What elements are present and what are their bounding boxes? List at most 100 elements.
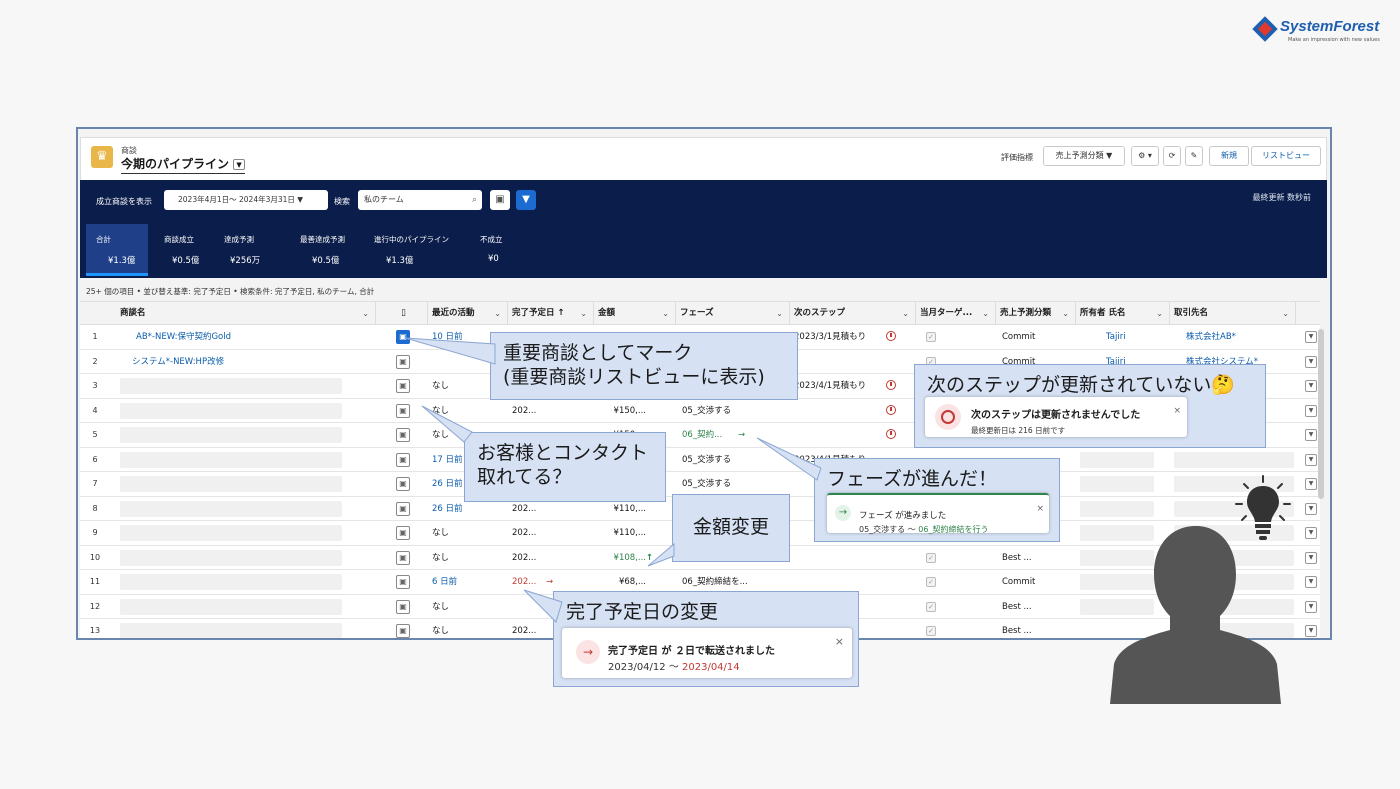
clock-icon <box>886 404 896 415</box>
amount: ¥110,... <box>613 528 646 538</box>
metric-select[interactable]: 売上予測分類 ▼ <box>1043 146 1125 166</box>
kpi-best-case[interactable]: 最善達成予測 ¥0.5億 <box>300 224 370 276</box>
edit-button[interactable]: ✎ <box>1185 146 1203 166</box>
bookmark-icon[interactable]: ▣ <box>396 501 410 516</box>
col-phase[interactable]: フェーズ ⌄ <box>676 302 790 325</box>
list-view-dropdown-icon[interactable]: ▼ <box>233 159 246 170</box>
refresh-button[interactable]: ⟳ <box>1163 146 1181 166</box>
next-step: 2023/4/1見積もり <box>794 381 867 391</box>
kpi-won[interactable]: 商談成立 ¥0.5億 <box>164 224 224 276</box>
target-checkbox[interactable]: ✓ <box>926 577 936 587</box>
redacted-name <box>120 402 342 419</box>
bookmark-icon[interactable]: ▣ <box>396 575 410 589</box>
table-row[interactable]: 7▣26 日前202...05_交渉する▼ <box>80 472 1320 497</box>
opportunity-link[interactable]: AB*-NEW:保守契約Gold <box>136 325 376 349</box>
redacted-name <box>120 574 342 590</box>
row-actions-dropdown-icon[interactable]: ▼ <box>1305 453 1317 466</box>
crown-icon: ♛ <box>91 146 113 168</box>
col-last-activity[interactable]: 最近の活動 ⌄ <box>428 302 508 325</box>
list-view-button[interactable]: リストビュー <box>1251 146 1321 166</box>
redacted-owner <box>1080 476 1154 492</box>
bookmark-icon: ▣ <box>495 194 505 205</box>
col-important[interactable]: ▯ <box>376 302 428 325</box>
search-input[interactable]: 私のチーム ⌕ <box>358 190 482 210</box>
bookmark-icon[interactable]: ▣ <box>396 452 410 467</box>
metric-label: 評価指標 <box>1001 153 1033 162</box>
account-link[interactable]: 株式会社AB* <box>1186 325 1292 349</box>
close-date: 202... <box>512 528 537 538</box>
settings-button[interactable]: ⚙ ▾ <box>1131 146 1159 166</box>
bookmark-icon[interactable]: ▣ <box>396 403 410 418</box>
row-actions-dropdown-icon[interactable]: ▼ <box>1305 576 1317 588</box>
row-actions-dropdown-icon[interactable]: ▼ <box>1305 625 1317 637</box>
row-actions-dropdown-icon[interactable]: ▼ <box>1305 551 1317 564</box>
col-account[interactable]: 取引先名 ⌄ <box>1170 302 1296 325</box>
target-checkbox[interactable]: ✓ <box>926 552 936 563</box>
close-icon[interactable]: × <box>1036 497 1044 521</box>
callout-phase: フェーズが進んだ！ → フェーズ が進みました 05_交渉する ～ 06_契約締… <box>814 458 1060 542</box>
col-forecast[interactable]: 売上予測分類 ⌄ <box>996 302 1076 325</box>
callout-close-date: 完了予定日の変更 → 完了予定日 が ２日で転送されました 2023/04/12… <box>553 591 859 687</box>
bookmark-icon[interactable]: ▣ <box>396 599 410 614</box>
toast-next-step: 次のステップは更新されませんでした 最終更新日は 216 日前です × <box>925 397 1187 437</box>
phase: 05_交渉する <box>682 405 732 416</box>
kpi-lost[interactable]: 不成立 ¥0 <box>480 224 520 276</box>
col-opportunity-name[interactable]: 商談名 ⌄ <box>110 302 376 325</box>
redacted-name <box>120 549 342 566</box>
bookmark-icon[interactable]: ▣ <box>396 428 410 442</box>
last-activity[interactable]: 6 日前 <box>432 570 504 594</box>
row-actions-dropdown-icon[interactable]: ▼ <box>1305 380 1317 392</box>
col-amount[interactable]: 金額 ⌄ <box>594 302 676 325</box>
redacted-owner <box>1080 451 1154 468</box>
list-view-title[interactable]: 今期のパイプライン ▼ <box>121 155 246 174</box>
logo-name: SystemForest <box>1280 18 1380 35</box>
arrow-right-icon: → <box>576 640 600 664</box>
bookmark-icon[interactable]: ▣ <box>396 526 410 540</box>
table-header: 商談名 ⌄ ▯ 最近の活動 ⌄ 完了予定日 ↑ ⌄ 金額 ⌄ フェーズ ⌄ 次のステップ ⌄… <box>80 301 1320 325</box>
row-actions-dropdown-icon[interactable]: ▼ <box>1305 429 1317 441</box>
col-owner[interactable]: 所有者 氏名 ⌄ <box>1076 302 1170 325</box>
important-filter-button[interactable]: ▣ <box>490 190 510 210</box>
col-month-target[interactable]: 当月ターゲ... ⌄ <box>916 302 996 325</box>
row-actions-dropdown-icon[interactable]: ▼ <box>1305 331 1317 343</box>
bookmark-icon[interactable]: ▣ <box>396 550 410 565</box>
clock-icon <box>886 380 896 390</box>
gear-icon: ⚙ ▾ <box>1138 151 1152 160</box>
target-checkbox[interactable]: ✓ <box>926 626 936 636</box>
forecast: Commit <box>1002 332 1036 342</box>
col-close-date[interactable]: 完了予定日 ↑ ⌄ <box>508 302 594 325</box>
chevron-down-icon: ⌄ <box>362 309 369 318</box>
filter-button[interactable]: ▼ <box>516 190 536 210</box>
owner-link[interactable]: Tajiri <box>1106 325 1166 349</box>
target-checkbox[interactable]: ✓ <box>926 601 936 612</box>
target-checkbox[interactable]: ✓ <box>926 332 936 342</box>
row-actions-dropdown-icon[interactable]: ▼ <box>1305 478 1317 490</box>
row-actions-dropdown-icon[interactable]: ▼ <box>1305 355 1317 368</box>
bookmark-icon[interactable]: ▣ <box>396 379 410 393</box>
row-actions-dropdown-icon[interactable]: ▼ <box>1305 527 1317 539</box>
row-actions-dropdown-icon[interactable]: ▼ <box>1305 600 1317 613</box>
kpi-total[interactable]: 合計 ¥1.3億 <box>86 224 148 276</box>
date-range-select[interactable]: 2023年4月1日～ 2024年3月31日 ▼ <box>164 190 328 210</box>
new-button[interactable]: 新規 <box>1209 146 1249 166</box>
callout-amount: 金額変更 <box>672 494 790 562</box>
close-date: 202... <box>512 552 537 563</box>
redacted-account <box>1174 451 1294 468</box>
kpi-commit[interactable]: 達成予測 ¥256万 <box>224 224 284 276</box>
bookmark-icon[interactable]: ▣ <box>396 477 410 491</box>
bookmark-icon: ▯ <box>401 308 406 318</box>
last-activity: なし <box>432 601 450 612</box>
close-icon[interactable]: × <box>835 630 844 654</box>
logo-mark-icon <box>1252 16 1278 42</box>
kpi-open-pipeline[interactable]: 進行中のパイプライン ¥1.3億 <box>374 224 474 276</box>
opportunity-link[interactable]: システム*-NEW:HP改修 <box>132 350 372 374</box>
col-next-step[interactable]: 次のステップ ⌄ <box>790 302 916 325</box>
close-icon[interactable]: × <box>1173 399 1181 423</box>
show-won-label: 成立商談を表示 <box>96 197 152 206</box>
row-actions-dropdown-icon[interactable]: ▼ <box>1305 404 1317 417</box>
callout-pointer <box>405 337 496 365</box>
bookmark-icon[interactable]: ▣ <box>396 624 410 638</box>
table-scrollbar[interactable] <box>1318 329 1324 499</box>
row-actions-dropdown-icon[interactable]: ▼ <box>1305 502 1317 515</box>
table-row[interactable]: 6▣17 日前202...05_交渉する2023/4/1見積もり▼ <box>80 448 1320 472</box>
